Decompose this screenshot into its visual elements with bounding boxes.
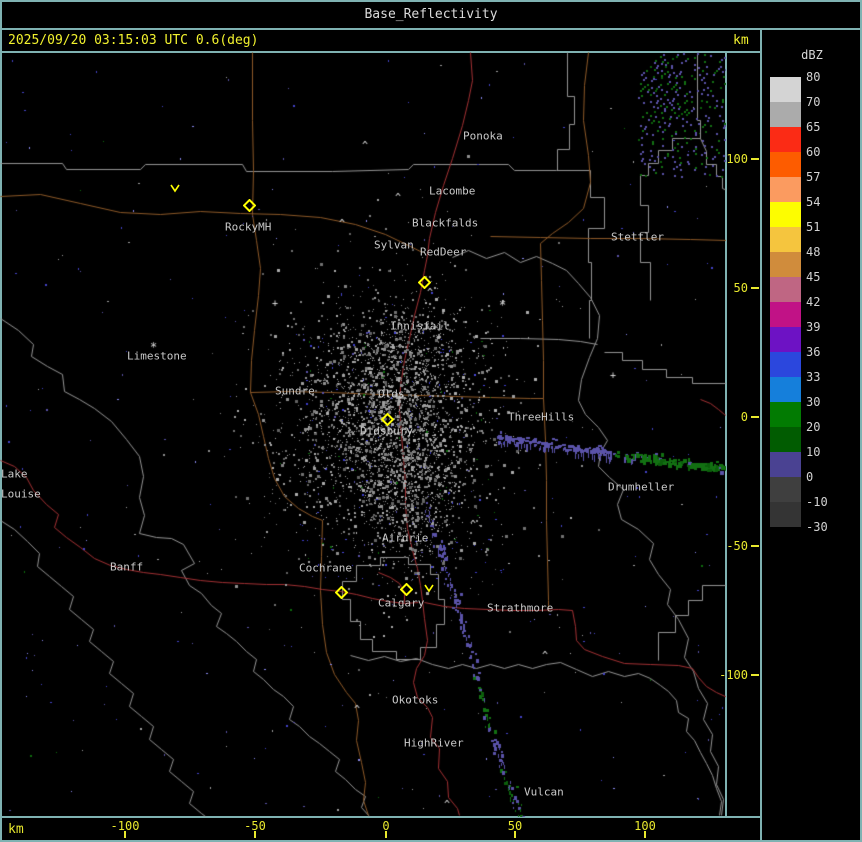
right-axis-tick-mark	[751, 545, 759, 547]
right-axis-tick-mark	[751, 674, 759, 676]
legend-value-label: 48	[806, 245, 821, 259]
legend-color-block	[770, 427, 801, 452]
legend-color-block	[770, 452, 801, 477]
legend-value-label: -30	[806, 520, 828, 534]
legend-color-block	[770, 227, 801, 252]
legend-value-label: 60	[806, 145, 821, 159]
scan-timestamp: 2025/09/20 03:15:03 UTC 0.6(deg)	[8, 33, 259, 48]
diamond-marker	[242, 197, 257, 216]
city-label-banff: Banff	[110, 560, 144, 574]
radar-application-window: Base_Reflectivity 2025/09/20 03:15:03 UT…	[0, 0, 862, 842]
city-label-sundre: Sundre	[275, 384, 315, 398]
city-label-sylvan: Sylvan	[374, 238, 414, 252]
city-label-threehills: ThreeHills	[508, 410, 575, 424]
legend-color-block	[770, 202, 801, 227]
right-axis-tick-label: 50	[733, 281, 748, 295]
legend-color-block	[770, 477, 801, 502]
legend-value-label: 70	[806, 95, 821, 109]
legend-value-label: 65	[806, 120, 821, 134]
city-label-ponoka: Ponoka	[463, 129, 503, 143]
city-label-innisfail: Innisfail	[390, 319, 450, 333]
right-axis-tick-label: 100	[726, 152, 748, 166]
city-label-limestone: Limestone	[127, 349, 187, 363]
right-axis-tick-mark	[751, 287, 759, 289]
city-label-reddeer: RedDeer	[420, 245, 467, 259]
right-axis-tick-mark	[751, 416, 759, 418]
legend-color-block	[770, 402, 801, 427]
right-axis-tick-label: 0	[740, 410, 748, 424]
right-axis-tick-label: -100	[719, 668, 748, 682]
city-label-airdrie: Airdrie	[382, 531, 429, 545]
legend-value-label: -10	[806, 495, 828, 509]
page-title: Base_Reflectivity	[364, 7, 498, 22]
legend-value-label: 0	[806, 470, 814, 484]
legend-color-block	[770, 277, 801, 302]
city-label-stettler: Stettler	[611, 230, 664, 244]
border-top	[0, 0, 862, 2]
legend-color-block	[770, 152, 801, 177]
chevron-marker	[169, 178, 181, 197]
diamond-marker	[380, 411, 395, 430]
city-label-drumheller: Drumheller	[608, 480, 675, 494]
legend-color-block	[770, 327, 801, 352]
legend-value-label: 45	[806, 270, 821, 284]
city-label-louise: Louise	[1, 487, 41, 501]
city-label-cochrane: Cochrane	[299, 561, 352, 575]
legend-value-label: 57	[806, 170, 821, 184]
bottom-axis-tick-mark	[124, 831, 126, 838]
legend-value-label: 42	[806, 295, 821, 309]
legend-color-block	[770, 177, 801, 202]
legend-value-label: 80	[806, 70, 821, 84]
legend-value-label: 33	[806, 370, 821, 384]
legend-value-label: 39	[806, 320, 821, 334]
diamond-marker	[334, 584, 349, 603]
city-label-lacombe: Lacombe	[429, 184, 476, 198]
legend-color-block	[770, 302, 801, 327]
legend-color-block	[770, 102, 801, 127]
bottom-axis-tick-mark	[385, 831, 387, 838]
right-axis-unit-label: km	[733, 33, 749, 48]
chevron-marker	[423, 578, 435, 597]
diamond-marker	[399, 581, 414, 600]
legend-color-block	[770, 352, 801, 377]
city-label-blackfalds: Blackfalds	[412, 216, 479, 230]
right-axis-tick-label: -50	[726, 539, 748, 553]
city-label-rockymh: RockyMH	[225, 220, 272, 234]
bottom-axis-tick-mark	[254, 831, 256, 838]
legend-header: dBZ	[801, 48, 823, 62]
bottom-axis-unit-label: km	[8, 822, 24, 837]
legend-value-label: 51	[806, 220, 821, 234]
legend-value-label: 30	[806, 395, 821, 409]
legend-color-block	[770, 377, 801, 402]
diamond-marker	[417, 274, 432, 293]
legend-value-label: 20	[806, 420, 821, 434]
legend-color-block	[770, 502, 801, 527]
city-label-vulcan: Vulcan	[524, 785, 564, 799]
city-label-highriver: HighRiver	[404, 736, 464, 750]
titlebar-divider	[0, 28, 862, 30]
legend-color-block	[770, 252, 801, 277]
city-label-lake: Lake	[1, 467, 28, 481]
city-label-olds: Olds	[378, 387, 405, 401]
right-axis-tick-mark	[751, 158, 759, 160]
bottom-axis-tick-mark	[514, 831, 516, 838]
legend-color-block	[770, 127, 801, 152]
legend-value-label: 36	[806, 345, 821, 359]
city-label-okotoks: Okotoks	[392, 693, 439, 707]
legend-value-label: 10	[806, 445, 821, 459]
legend-left-border	[760, 28, 762, 842]
city-label-strathmore: Strathmore	[487, 601, 554, 615]
bottom-axis-tick-mark	[644, 831, 646, 838]
legend-color-block	[770, 77, 801, 102]
legend-value-label: 54	[806, 195, 821, 209]
